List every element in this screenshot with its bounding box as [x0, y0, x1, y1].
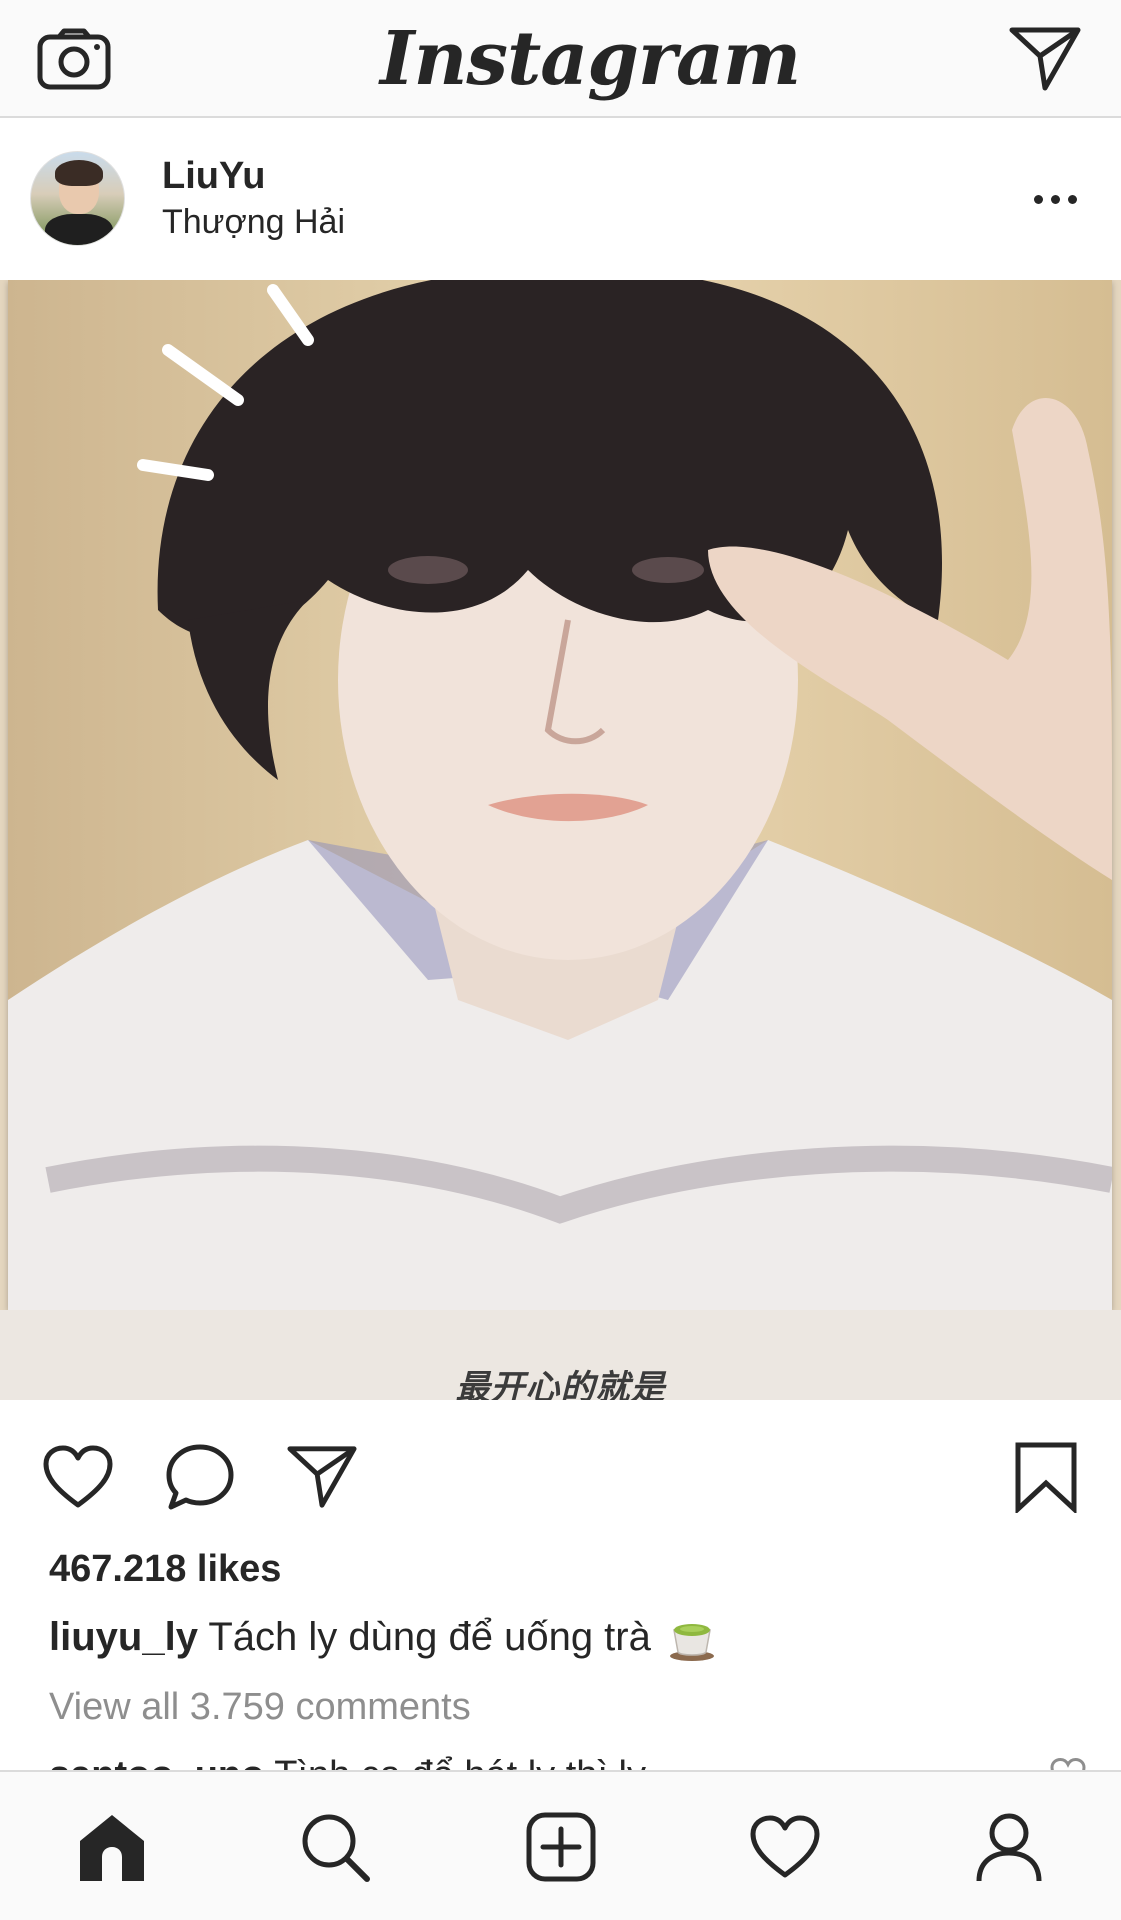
tea-cup-emoji — [668, 1616, 716, 1662]
photo-subtitle: 最开心的就是 — [455, 1369, 666, 1400]
add-post-icon — [526, 1812, 596, 1882]
comment-bubble-icon — [166, 1444, 234, 1510]
photo-portrait-illustration — [8, 280, 1115, 1310]
direct-message-button[interactable] — [1002, 16, 1088, 102]
nav-add-post[interactable] — [516, 1802, 606, 1892]
more-options-button[interactable] — [1020, 174, 1090, 224]
more-dot — [1050, 194, 1060, 204]
bottom-navigation — [0, 1770, 1121, 1920]
post-location[interactable]: Thượng Hải — [162, 202, 345, 242]
bookmark-icon — [1015, 1442, 1077, 1513]
nav-home[interactable] — [67, 1802, 157, 1892]
heart-icon — [43, 1445, 113, 1508]
avatar[interactable] — [30, 151, 125, 246]
search-icon — [302, 1814, 370, 1882]
post-username[interactable]: LiuYu — [162, 154, 265, 198]
camera-button[interactable] — [31, 16, 117, 102]
more-dot — [1067, 194, 1077, 204]
home-icon — [80, 1815, 144, 1881]
tea-cup-emoji-graphic — [670, 1624, 714, 1662]
instagram-app: Instagram LiuYu Thượng Hải 最开心的就是 467.21… — [0, 0, 1121, 1920]
post-caption: liuyu_ly Tách ly dùng để uống trà — [49, 1612, 1079, 1662]
camera-icon — [37, 28, 111, 90]
caption-text: Tách ly dùng để uống trà — [208, 1615, 651, 1659]
save-button[interactable] — [1006, 1437, 1086, 1517]
nav-profile[interactable] — [964, 1802, 1054, 1892]
avatar-hair — [55, 160, 103, 186]
photo-print — [8, 280, 1115, 1310]
profile-icon — [976, 1813, 1042, 1882]
view-all-comments-link[interactable]: View all 3.759 comments — [49, 1682, 471, 1732]
paper-plane-icon — [287, 1446, 357, 1508]
caption-username[interactable]: liuyu_ly — [49, 1615, 198, 1659]
more-dots-icon — [1033, 194, 1043, 204]
avatar-shirt — [45, 214, 113, 245]
likes-count[interactable]: 467.218 likes — [49, 1544, 281, 1594]
share-button[interactable] — [282, 1437, 362, 1517]
like-button[interactable] — [38, 1437, 118, 1517]
top-bar: Instagram — [0, 0, 1121, 118]
post-photo[interactable]: 最开心的就是 — [0, 280, 1121, 1400]
heart-icon — [750, 1815, 820, 1878]
post-header: LiuYu Thượng Hải — [0, 118, 1121, 280]
instagram-logo: Instagram — [380, 16, 801, 102]
nav-activity[interactable] — [740, 1802, 830, 1892]
action-bar — [0, 1400, 1121, 1540]
nav-search[interactable] — [290, 1802, 380, 1892]
paper-plane-icon — [1009, 27, 1081, 91]
comment-button[interactable] — [160, 1437, 240, 1517]
